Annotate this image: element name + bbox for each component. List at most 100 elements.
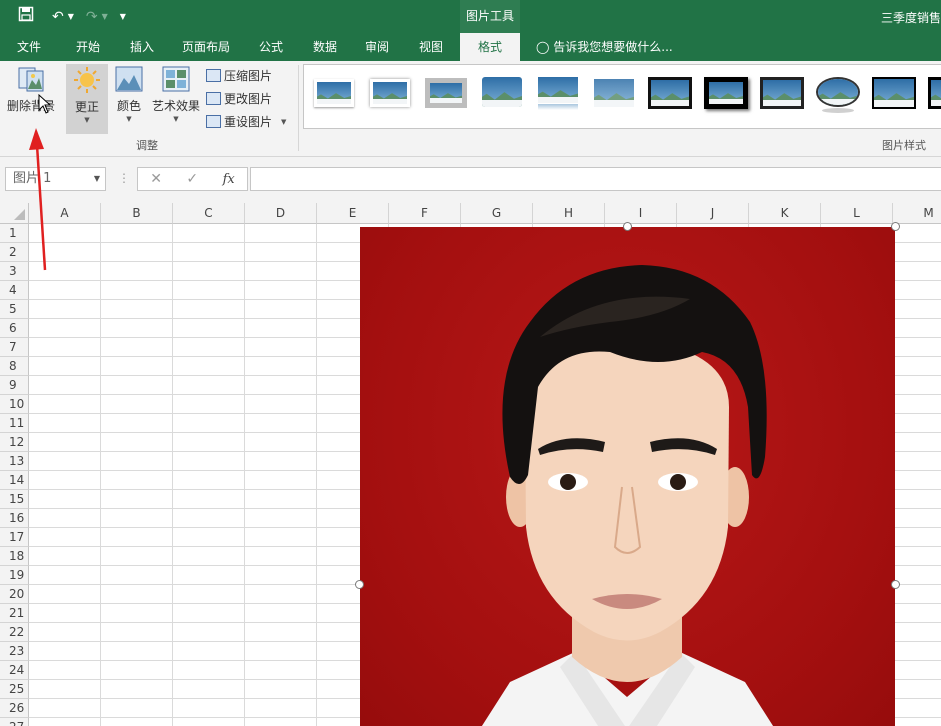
portrait-image: [481, 265, 774, 726]
row-header[interactable]: 20: [0, 585, 29, 604]
picture-style-1[interactable]: [312, 75, 356, 111]
row-header[interactable]: 17: [0, 528, 29, 547]
tab-insert[interactable]: 插入: [116, 33, 168, 61]
tab-formulas[interactable]: 公式: [248, 33, 294, 61]
artistic-effects-button[interactable]: 艺术效果 ▼: [150, 65, 202, 123]
column-header[interactable]: M: [893, 203, 941, 224]
insert-function-icon[interactable]: fx: [223, 172, 235, 187]
column-header[interactable]: E: [317, 203, 389, 224]
column-gridline: [100, 224, 101, 726]
picture-style-11[interactable]: [872, 75, 916, 111]
name-box-value: 图片 1: [13, 171, 52, 186]
tab-home[interactable]: 开始: [62, 33, 114, 61]
select-all-button[interactable]: [0, 203, 29, 224]
column-header[interactable]: K: [749, 203, 821, 224]
compress-pictures-button[interactable]: 压缩图片: [206, 67, 272, 84]
corrections-button[interactable]: 更正 ▼: [66, 64, 108, 134]
row-header[interactable]: 3: [0, 262, 29, 281]
row-header[interactable]: 10: [0, 395, 29, 414]
resize-handle-top[interactable]: [623, 222, 632, 231]
change-picture-button[interactable]: 更改图片: [206, 90, 272, 107]
corrections-sun-icon: [73, 66, 101, 94]
reset-picture-button[interactable]: 重设图片 ▼: [206, 113, 286, 130]
ribbon-tabs: 文件 开始 插入 页面布局 公式 数据 审阅 视图 格式 ◯ 告诉我您想要做什么…: [0, 33, 941, 61]
row-header[interactable]: 15: [0, 490, 29, 509]
column-header[interactable]: G: [461, 203, 533, 224]
row-header[interactable]: 27: [0, 718, 29, 726]
picture-style-8[interactable]: [704, 75, 748, 111]
row-header[interactable]: 14: [0, 471, 29, 490]
customize-qat-icon[interactable]: ▼: [120, 8, 126, 26]
row-header[interactable]: 12: [0, 433, 29, 452]
resize-handle-right[interactable]: [891, 580, 900, 589]
formula-input[interactable]: [250, 167, 941, 191]
column-header[interactable]: J: [677, 203, 749, 224]
column-header[interactable]: B: [101, 203, 173, 224]
column-header[interactable]: A: [29, 203, 101, 224]
tab-review[interactable]: 审阅: [354, 33, 400, 61]
row-header[interactable]: 7: [0, 338, 29, 357]
color-button[interactable]: 颜色 ▼: [112, 65, 146, 123]
picture-styles-gallery: [303, 64, 941, 129]
picture-style-4[interactable]: [480, 75, 524, 111]
row-header[interactable]: 1: [0, 224, 29, 243]
row-header[interactable]: 6: [0, 319, 29, 338]
tell-me-box[interactable]: ◯ 告诉我您想要做什么...: [536, 33, 673, 61]
tab-view[interactable]: 视图: [408, 33, 454, 61]
row-header[interactable]: 21: [0, 604, 29, 623]
undo-icon[interactable]: ↶: [52, 8, 64, 26]
resize-handle-top-right[interactable]: [891, 222, 900, 231]
row-header[interactable]: 13: [0, 452, 29, 471]
picture-style-2[interactable]: [368, 75, 412, 111]
worksheet-grid[interactable]: ABCDEFGHIJKLM 1 2 3 4 5 6 7 8 9 10 11 12 13 14 15 16 17 1…: [0, 203, 941, 726]
tab-format[interactable]: 格式: [460, 33, 520, 61]
picture-style-9[interactable]: [760, 75, 804, 111]
enter-check-icon[interactable]: ✓: [186, 171, 198, 187]
row-header[interactable]: 4: [0, 281, 29, 300]
row-header[interactable]: 19: [0, 566, 29, 585]
column-gridline: [316, 224, 317, 726]
row-header[interactable]: 18: [0, 547, 29, 566]
tab-data[interactable]: 数据: [302, 33, 348, 61]
tab-page-layout[interactable]: 页面布局: [172, 33, 240, 61]
change-picture-icon: [206, 92, 221, 105]
undo-dropdown-icon[interactable]: ▼: [68, 8, 74, 26]
tab-file[interactable]: 文件: [4, 33, 54, 61]
column-header[interactable]: C: [173, 203, 245, 224]
picture-tools-label: 图片工具: [460, 0, 520, 33]
inserted-portrait-photo[interactable]: [360, 227, 895, 726]
row-header[interactable]: 22: [0, 623, 29, 642]
picture-style-10[interactable]: [816, 75, 860, 113]
reset-picture-dropdown-icon[interactable]: ▼: [281, 118, 286, 126]
picture-style-3[interactable]: [424, 75, 468, 111]
row-header[interactable]: 26: [0, 699, 29, 718]
picture-style-5[interactable]: [536, 75, 580, 111]
row-header[interactable]: 23: [0, 642, 29, 661]
name-box-dropdown-icon[interactable]: ▼: [94, 168, 100, 190]
title-bar: ↶ ▼ ↷ ▼ ▼ 图片工具 三季度销售: [0, 0, 941, 33]
row-header[interactable]: 25: [0, 680, 29, 699]
row-header[interactable]: 5: [0, 300, 29, 319]
redo-dropdown-icon[interactable]: ▼: [102, 8, 108, 26]
resize-handle-left[interactable]: [355, 580, 364, 589]
picture-style-12[interactable]: [928, 75, 941, 111]
picture-style-7[interactable]: [648, 75, 692, 111]
picture-style-6[interactable]: [592, 75, 636, 111]
row-header[interactable]: 2: [0, 243, 29, 262]
redo-icon[interactable]: ↷: [86, 8, 98, 26]
column-header[interactable]: L: [821, 203, 893, 224]
row-header[interactable]: 16: [0, 509, 29, 528]
formula-bar-grip-icon[interactable]: ⋮: [118, 171, 130, 185]
column-header[interactable]: F: [389, 203, 461, 224]
row-header[interactable]: 24: [0, 661, 29, 680]
row-header[interactable]: 11: [0, 414, 29, 433]
cancel-icon[interactable]: ✕: [150, 171, 162, 187]
row-header[interactable]: 9: [0, 376, 29, 395]
column-header[interactable]: D: [245, 203, 317, 224]
row-header[interactable]: 8: [0, 357, 29, 376]
column-header[interactable]: H: [533, 203, 605, 224]
name-box[interactable]: 图片 1 ▼: [5, 167, 106, 191]
artistic-effects-dropdown-icon: ▼: [173, 115, 179, 123]
save-icon[interactable]: [18, 6, 34, 27]
column-header[interactable]: I: [605, 203, 677, 224]
